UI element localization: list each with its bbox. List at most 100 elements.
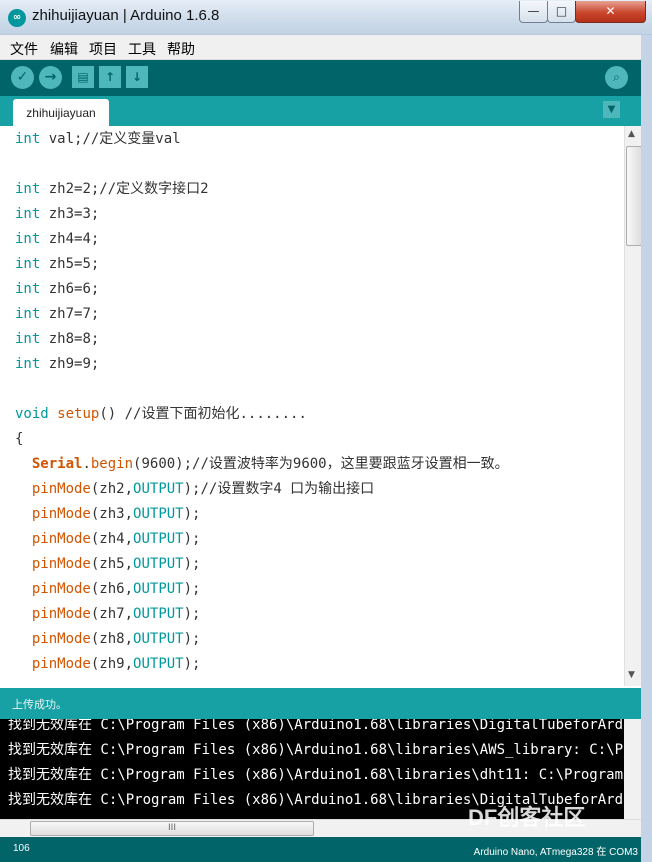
code-token-const: OUTPUT: [133, 656, 184, 672]
code-token: zh8=8;: [40, 331, 100, 347]
code-token: zh7=7;: [40, 306, 100, 322]
bottom-status-bar: 106 Arduino Nano, ATmega328 在 COM3: [0, 837, 652, 862]
upload-icon[interactable]: →: [39, 66, 62, 89]
code-token: );: [183, 506, 201, 522]
code-token: zh9=9;: [40, 356, 100, 372]
code-line: Serial.begin(9600);//设置波特率为9600，这里要跟蓝牙设置…: [15, 452, 509, 477]
code-token: (zh4,: [90, 531, 134, 547]
serial-monitor-icon[interactable]: ⌕: [605, 66, 628, 89]
code-token-const: OUTPUT: [133, 531, 184, 547]
code-token-func: pinMode: [31, 631, 91, 647]
watermark: DF创客社区: [468, 805, 586, 830]
scroll-down-icon[interactable]: ▼: [628, 670, 635, 680]
code-token: );: [183, 606, 201, 622]
code-token: zh4=4;: [40, 231, 100, 247]
code-token-type: int: [15, 181, 41, 197]
code-token: zh2=2;//定义数字接口2: [40, 181, 209, 197]
code-token-func: pinMode: [31, 481, 91, 497]
code-token-type: int: [15, 331, 41, 347]
line-number: 106: [13, 843, 30, 854]
code-token: (zh7,: [90, 606, 134, 622]
code-token-func: pinMode: [31, 656, 91, 672]
code-line: pinMode(zh2,OUTPUT);//设置数字4 口为输出接口: [15, 477, 374, 502]
code-token-func: pinMode: [31, 506, 91, 522]
code-token-const: OUTPUT: [133, 631, 184, 647]
code-token-serial: Serial: [31, 456, 83, 472]
new-icon[interactable]: ▤: [72, 66, 94, 88]
console-vertical-scrollbar[interactable]: [624, 719, 641, 819]
code-token: );: [183, 656, 201, 672]
window-title: zhihuijiayuan | Arduino 1.6.8: [32, 7, 220, 24]
code-token-func: pinMode: [31, 556, 91, 572]
code-token-type: int: [15, 256, 41, 272]
code-token-const: OUTPUT: [133, 556, 184, 572]
code-line: int val;//定义变量val: [15, 127, 181, 152]
code-token: (zh6,: [90, 581, 134, 597]
scroll-up-icon[interactable]: ▲: [628, 129, 635, 139]
code-token: val;//定义变量val: [40, 131, 181, 147]
code-line: pinMode(zh7,OUTPUT);: [15, 602, 201, 627]
window-title-bar: ∞ zhihuijiayuan | Arduino 1.6.8 — □ ✕: [0, 0, 652, 35]
console-line: 找到无效库在 C:\Program Files (x86)\Arduino1.6…: [8, 719, 624, 733]
code-line: {: [15, 427, 23, 452]
code-line: int zh3=3;: [15, 202, 99, 227]
code-line: pinMode(zh6,OUTPUT);: [15, 577, 201, 602]
scrollbar-thumb[interactable]: [626, 146, 642, 246]
code-token-type: int: [15, 306, 41, 322]
editor-vertical-scrollbar[interactable]: ▲ ▼: [624, 126, 642, 686]
menu-file[interactable]: 文件: [10, 39, 38, 59]
maximize-button[interactable]: □: [547, 1, 576, 23]
toolbar: ✓ → ▤ ↑ ↓ ⌕: [0, 60, 652, 96]
console-line: 找到无效库在 C:\Program Files (x86)\Arduino1.6…: [8, 742, 624, 758]
code-token: (zh8,: [90, 631, 134, 647]
open-icon[interactable]: ↑: [99, 66, 121, 88]
code-line: int zh8=8;: [15, 327, 99, 352]
console-line: 找到无效库在 C:\Program Files (x86)\Arduino1.6…: [8, 767, 624, 783]
tab-menu-icon[interactable]: ▼: [603, 101, 620, 118]
code-editor[interactable]: int val;//定义变量val int zh2=2;//定义数字接口2 int …: [0, 126, 624, 686]
menu-edit[interactable]: 编辑: [50, 39, 78, 59]
status-message: 上传成功。: [12, 698, 67, 711]
code-line: int zh7=7;: [15, 302, 99, 327]
code-token: (9600);//设置波特率为9600，这里要跟蓝牙设置相一致。: [133, 456, 509, 472]
verify-icon[interactable]: ✓: [11, 66, 34, 89]
save-icon[interactable]: ↓: [126, 66, 148, 88]
code-line: int zh9=9;: [15, 352, 99, 377]
code-token-const: OUTPUT: [133, 481, 184, 497]
code-token-const: OUTPUT: [133, 506, 184, 522]
code-token: {: [15, 431, 24, 447]
code-token-type: int: [15, 206, 41, 222]
hscroll-thumb[interactable]: III: [30, 821, 314, 836]
menu-tools[interactable]: 工具: [128, 39, 156, 59]
code-token: zh6=6;: [40, 281, 100, 297]
menu-help[interactable]: 帮助: [167, 39, 195, 59]
code-token: );//设置数字4 口为输出接口: [183, 481, 375, 497]
code-token-type: void: [15, 406, 49, 422]
code-line: void setup() //设置下面初始化........: [15, 402, 307, 427]
code-token-func: pinMode: [31, 531, 91, 547]
minimize-button[interactable]: —: [519, 1, 548, 23]
code-line: int zh5=5;: [15, 252, 99, 277]
menu-sketch[interactable]: 项目: [89, 39, 117, 59]
code-line: pinMode(zh3,OUTPUT);: [15, 502, 201, 527]
code-token: );: [183, 556, 201, 572]
code-line: int zh6=6;: [15, 277, 99, 302]
code-line: pinMode(zh9,OUTPUT);: [15, 652, 201, 677]
menu-bar: 文件 编辑 项目 工具 帮助: [0, 35, 652, 60]
window-frame: [641, 35, 652, 862]
code-line: pinMode(zh4,OUTPUT);: [15, 527, 201, 552]
tab-zhihuijiayuan[interactable]: zhihuijiayuan: [13, 99, 109, 126]
close-button[interactable]: ✕: [575, 1, 646, 23]
code-token-func: setup: [57, 406, 100, 422]
code-token-type: int: [15, 131, 41, 147]
code-token: (zh2,: [90, 481, 134, 497]
